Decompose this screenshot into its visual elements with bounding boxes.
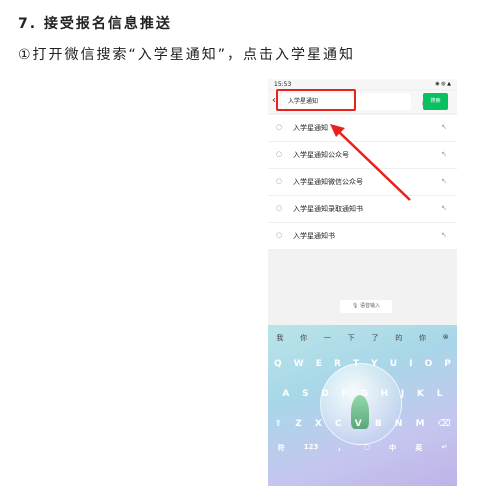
pointer-arrow — [330, 124, 411, 201]
